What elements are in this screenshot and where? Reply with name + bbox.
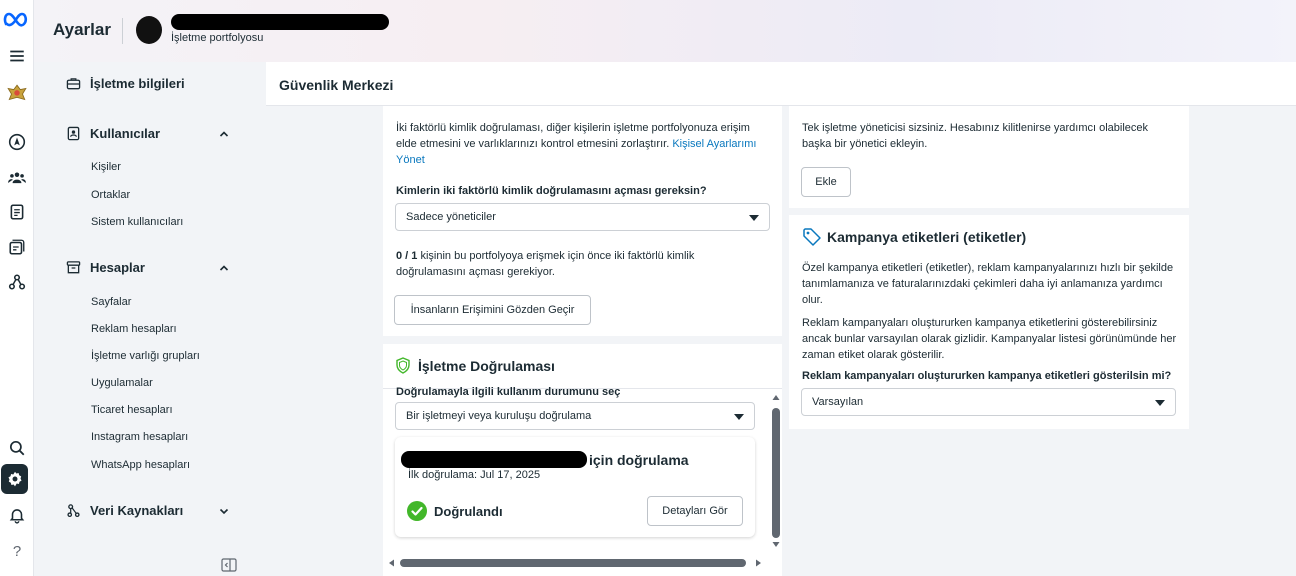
campaign-tags-card: Kampanya etiketleri (etiketler) Özel kam… [789, 215, 1189, 429]
sidebar-section-label: Kullanıcılar [90, 126, 161, 141]
divider [122, 18, 123, 44]
sidebar-item-label: İşletme bilgileri [90, 76, 185, 91]
main-header: Güvenlik Merkezi [266, 62, 1296, 106]
caret-down-icon [1155, 400, 1165, 406]
badge-icon [67, 126, 80, 141]
billing-icon[interactable] [2, 233, 32, 261]
settings-sidebar: İşletme bilgileri Kullanıcılar Kişiler O… [34, 62, 266, 576]
verified-business-panel: için doğrulama İlk doğrulama: Jul 17, 20… [395, 437, 755, 537]
admin-description: Tek işletme yöneticisi sizsiniz. Hesabın… [802, 122, 1149, 150]
verification-title: İşletme Doğrulaması [418, 358, 555, 374]
review-access-button[interactable]: İnsanların Erişimini Gözden Geçir [394, 295, 591, 325]
sidebar-item-partners[interactable]: Ortaklar [91, 189, 130, 201]
campaign-tags-title: Kampanya etiketleri (etiketler) [827, 229, 1027, 245]
first-verified-date: İlk doğrulama: Jul 17, 2025 [408, 469, 541, 481]
sidebar-section-accounts[interactable]: Hesaplar [66, 260, 145, 275]
two-factor-description: İki faktörlü kimlik doğrulaması, diğer k… [396, 120, 772, 168]
sidebar-item-commerce-accounts[interactable]: Ticaret hesapları [91, 404, 173, 416]
page-title: Ayarlar [53, 20, 111, 39]
help-icon[interactable]: ? [2, 537, 32, 565]
campaign-tags-desc-2: Reklam kampanyaları oluştururken kampany… [802, 317, 1177, 361]
two-factor-count-text: 0 / 1 kişinin bu portfolyoya erişmek içi… [396, 248, 726, 280]
verification-usage-select[interactable]: Bir işletmeyi veya kuruluşu doğrulama [395, 402, 755, 430]
integrations-icon[interactable] [2, 268, 32, 296]
sidebar-item-ad-accounts[interactable]: Reklam hesapları [91, 323, 177, 335]
sidebar-item-asset-groups[interactable]: İşletme varlığı grupları [91, 350, 200, 362]
sidebar-item-apps[interactable]: Uygulamalar [91, 377, 153, 389]
shield-icon [396, 357, 410, 374]
archive-icon [66, 261, 81, 274]
campaign-tags-desc-1: Özel kampanya etiketleri (etiketler), re… [802, 262, 1174, 306]
business-name-redacted [401, 451, 587, 468]
two-factor-select[interactable]: Sadece yöneticiler [395, 203, 770, 231]
search-icon[interactable] [2, 434, 32, 462]
campaign-tags-question: Reklam kampanyaları oluştururken kampany… [802, 370, 1172, 382]
verification-name-suffix: için doğrulama [589, 452, 689, 468]
view-details-button[interactable]: Detayları Gör [647, 496, 743, 526]
add-admin-button[interactable]: Ekle [801, 167, 851, 197]
business-name-redacted [171, 14, 389, 30]
meta-logo-icon[interactable] [2, 5, 32, 33]
horizontal-scrollbar[interactable] [386, 556, 766, 568]
top-bar: Ayarlar İşletme portfolyosu [34, 0, 1296, 62]
chevron-up-icon[interactable] [219, 129, 229, 139]
sidebar-item-pages[interactable]: Sayfalar [91, 296, 131, 308]
data-sources-icon [67, 504, 80, 518]
verification-status: Doğrulandı [434, 504, 503, 519]
briefcase-icon [66, 78, 81, 90]
sidebar-section-data-sources[interactable]: Veri Kaynakları [66, 503, 183, 518]
business-verification-card: İşletme Doğrulaması Doğrulamayla ilgili … [383, 344, 782, 576]
global-nav-rail: ? [0, 0, 34, 576]
admin-card: Tek işletme yöneticisi sizsiniz. Hesabın… [789, 106, 1189, 208]
select-value: Bir işletmeyi veya kuruluşu doğrulama [406, 410, 592, 422]
sidebar-section-label: Veri Kaynakları [90, 503, 184, 518]
check-circle-icon [407, 501, 427, 521]
two-factor-count: 0 / 1 [396, 250, 418, 262]
section-title: Güvenlik Merkezi [279, 77, 394, 93]
chevron-down-icon[interactable] [219, 506, 229, 516]
business-logo-icon[interactable] [2, 80, 32, 108]
compass-icon[interactable] [2, 128, 32, 156]
menu-icon[interactable] [2, 42, 32, 70]
two-factor-count-desc: kişinin bu portfolyoya erişmek için önce… [396, 250, 695, 278]
select-value: Varsayılan [812, 396, 864, 408]
collapse-sidebar-icon[interactable] [221, 558, 237, 572]
verification-usage-label: Doğrulamayla ilgili kullanım durumunu se… [396, 386, 621, 398]
sidebar-item-system-users[interactable]: Sistem kullanıcıları [91, 216, 183, 228]
avatar[interactable] [136, 16, 162, 44]
caret-down-icon [734, 414, 744, 420]
two-factor-question: Kimlerin iki faktörlü kimlik doğrulaması… [396, 185, 707, 197]
sidebar-item-business-info[interactable]: İşletme bilgileri [66, 76, 185, 91]
gear-icon[interactable] [1, 464, 28, 494]
portfolio-subtitle: İşletme portfolyosu [171, 32, 264, 44]
sidebar-item-people[interactable]: Kişiler [91, 161, 121, 173]
sidebar-item-whatsapp-accounts[interactable]: WhatsApp hesapları [91, 459, 190, 471]
people-icon[interactable] [2, 163, 32, 191]
vertical-scrollbar[interactable] [770, 392, 782, 550]
caret-down-icon [749, 215, 759, 221]
select-value: Sadece yöneticiler [406, 211, 496, 223]
bell-icon[interactable] [2, 501, 32, 529]
sidebar-section-label: Hesaplar [90, 260, 145, 275]
two-factor-card: İki faktörlü kimlik doğrulaması, diğer k… [383, 106, 782, 336]
campaign-tags-select[interactable]: Varsayılan [801, 388, 1176, 416]
document-icon[interactable] [2, 198, 32, 226]
sidebar-item-instagram-accounts[interactable]: Instagram hesapları [91, 431, 188, 443]
sidebar-section-users[interactable]: Kullanıcılar [66, 126, 160, 141]
chevron-up-icon[interactable] [219, 263, 229, 273]
tag-icon [803, 228, 821, 246]
